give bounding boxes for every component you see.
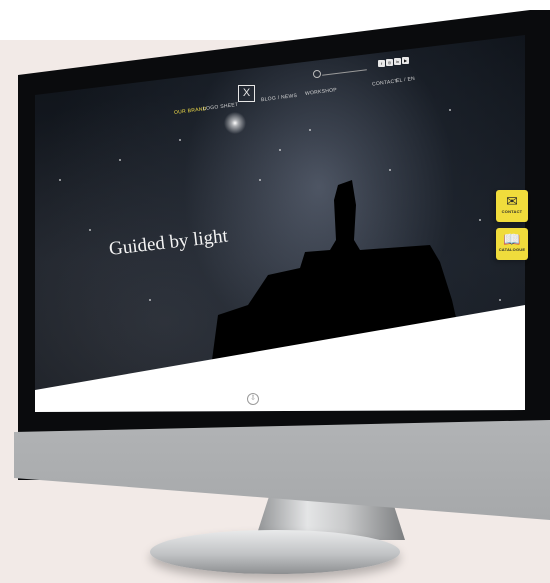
scroll-down-icon[interactable]: ⇩ [247, 393, 259, 405]
catalogue-tab-label: CATALOGUE [498, 247, 526, 252]
instagram-icon[interactable]: ◎ [386, 59, 393, 66]
contact-tab-label: CONTACT [501, 209, 523, 214]
youtube-icon[interactable]: ▶ [402, 57, 409, 64]
bright-star-icon [222, 110, 248, 136]
logo-mark: X [242, 87, 251, 99]
envelope-icon: ✉ [506, 193, 518, 209]
catalogue-side-tab[interactable]: 📖 CATALOGUE [496, 228, 528, 260]
monitor: OUR BRAND LOGO SHEET X BLOG / NEWS WORKS… [0, 0, 550, 583]
contact-side-tab[interactable]: ✉ CONTACT [496, 190, 528, 222]
book-icon: 📖 [503, 231, 521, 247]
search-icon[interactable] [313, 70, 321, 78]
facebook-icon[interactable]: f [378, 60, 385, 67]
brand-logo[interactable]: X [238, 85, 255, 102]
linkedin-icon[interactable]: in [394, 58, 401, 65]
